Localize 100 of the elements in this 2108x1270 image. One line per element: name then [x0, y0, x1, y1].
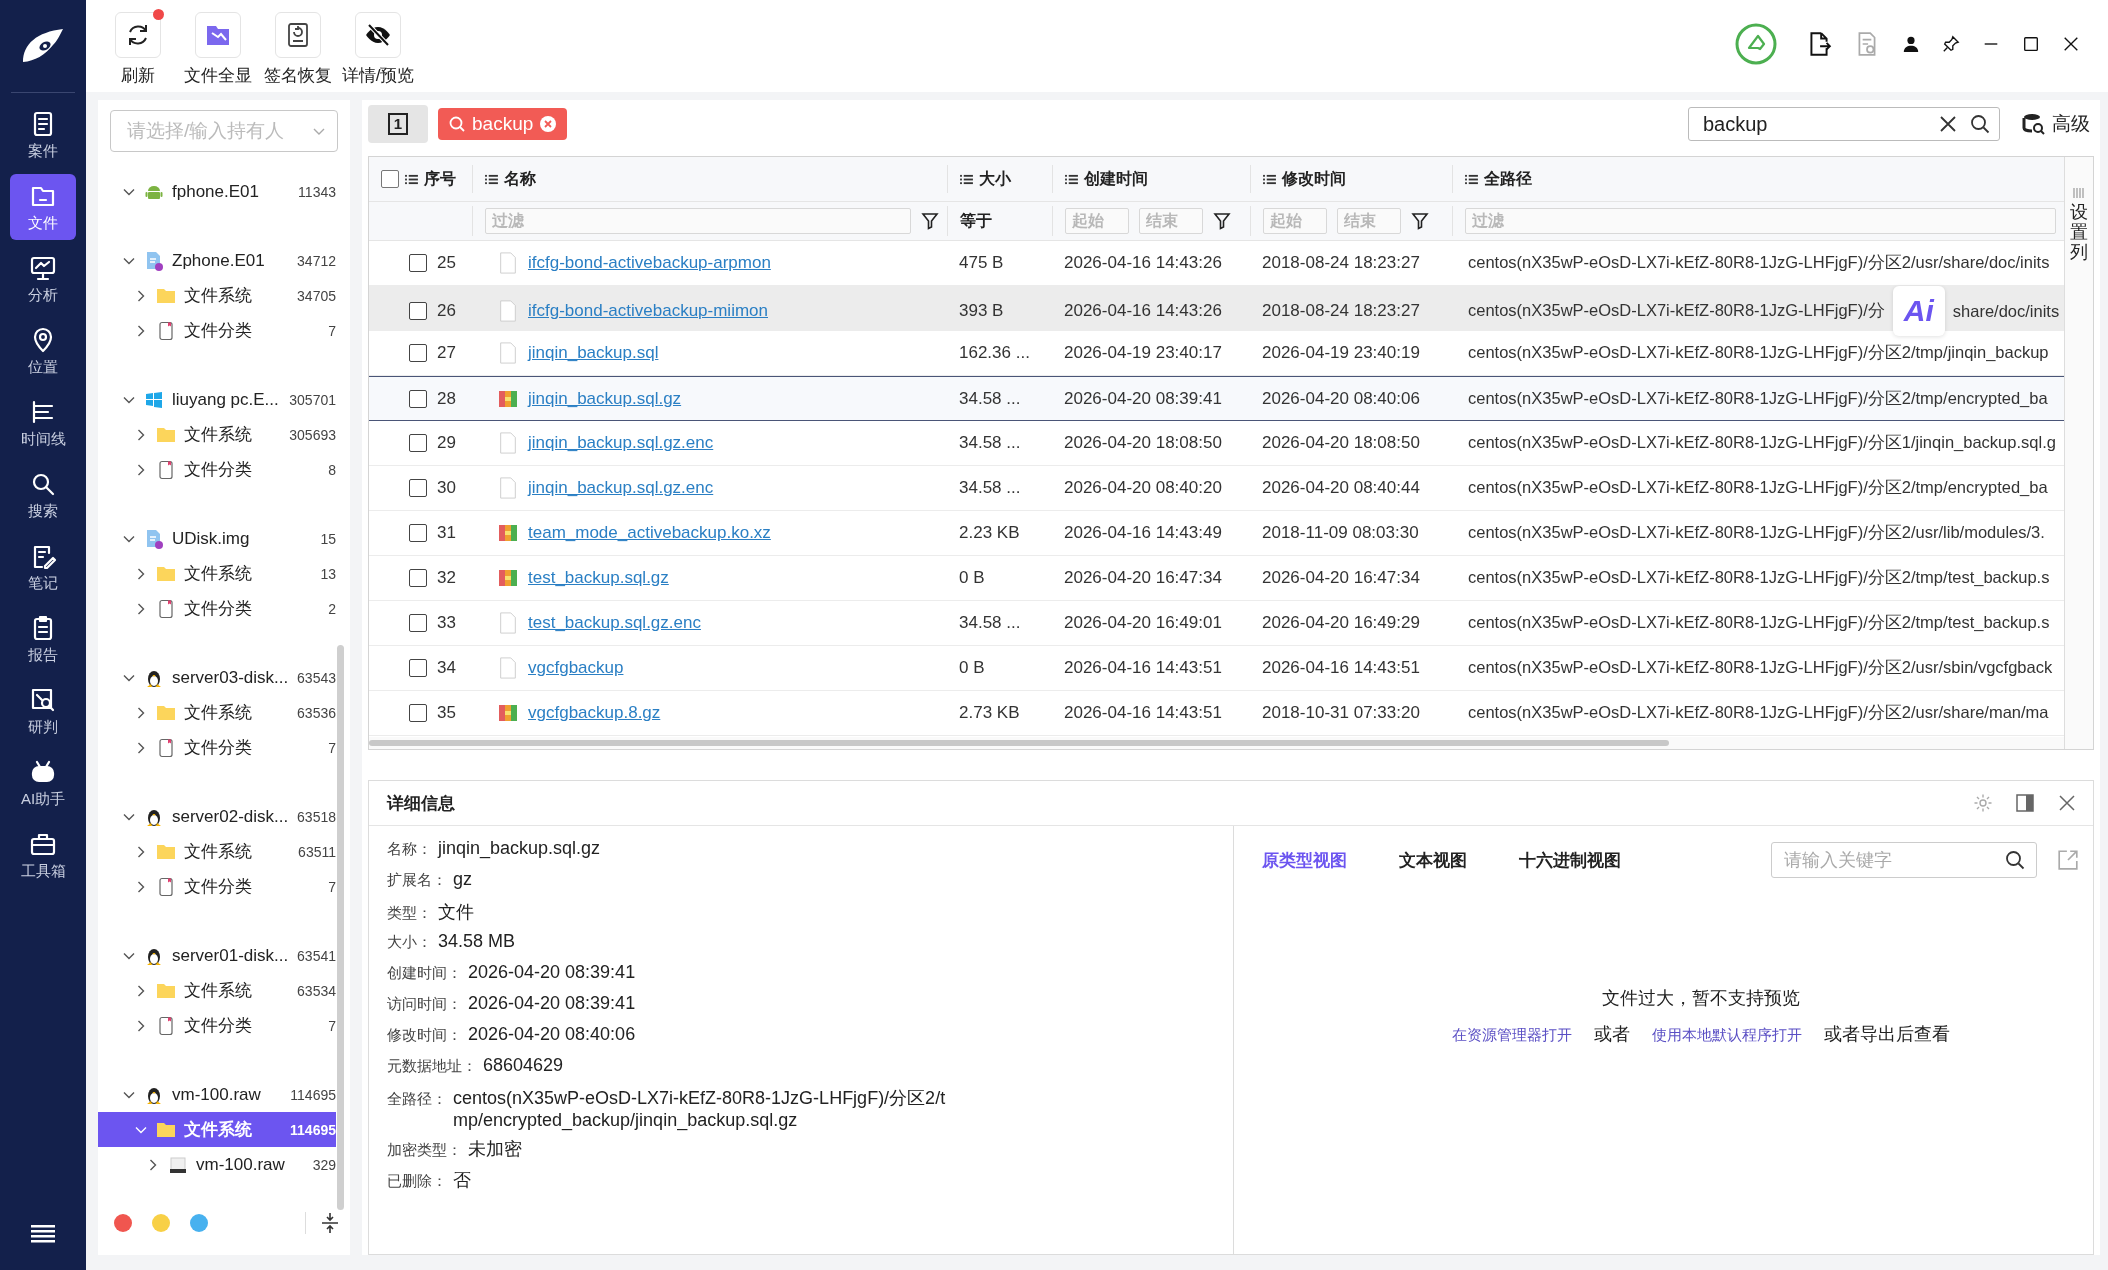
- user-icon[interactable]: [1902, 35, 1920, 53]
- scrollbar[interactable]: [369, 740, 1669, 746]
- menu-icon[interactable]: [31, 1224, 55, 1244]
- tree-item[interactable]: 文件分类 7: [98, 1008, 350, 1043]
- file-link[interactable]: jinqin_backup.sql: [528, 343, 659, 363]
- tree-item[interactable]: 文件分类 8: [98, 452, 350, 487]
- pin-icon[interactable]: [1942, 35, 1960, 53]
- table-row[interactable]: 29 jinqin_backup.sql.gz.enc 34.58 ... 2026-04-20 18:08:50 2026-04-20 18:08:50 centos(nX35wP-eOsD-LX7i-kEfZ-80R8-1JzG-LHFjgF)/分区1/jinqin_backup.sql.g: [369, 421, 2064, 466]
- tree-item[interactable]: 文件系统 34705: [98, 278, 350, 313]
- row-checkbox[interactable]: [409, 704, 427, 722]
- start-date-field[interactable]: 起始: [1263, 208, 1327, 234]
- nav-item[interactable]: 笔记: [10, 534, 76, 600]
- end-date-field[interactable]: 结束: [1139, 208, 1203, 234]
- table-row[interactable]: 30 jinqin_backup.sql.gz.enc 34.58 ... 2026-04-20 08:40:20 2026-04-20 08:40:44 centos(nX35wP-eOsD-LX7i-kEfZ-80R8-1JzG-LHFjgF)/分区2/tmp/encrypted_ba: [369, 466, 2064, 511]
- tree-item[interactable]: 文件系统 114695: [98, 1112, 336, 1147]
- tree-item[interactable]: 文件系统 13: [98, 556, 350, 591]
- open-link[interactable]: 使用本地默认程序打开: [1651, 1026, 1802, 1045]
- start-date-field[interactable]: 起始: [1065, 208, 1129, 234]
- nav-item[interactable]: 时间线: [10, 390, 76, 456]
- tree-item[interactable]: 文件分类 7: [98, 730, 350, 765]
- scrollbar[interactable]: [337, 645, 344, 1210]
- file-link[interactable]: jinqin_backup.sql.gz.enc: [528, 433, 714, 453]
- column-header[interactable]: 创建时间: [1084, 168, 1148, 190]
- filter-icon[interactable]: [921, 212, 939, 230]
- column-header[interactable]: 名称: [504, 168, 536, 190]
- end-date-field[interactable]: 结束: [1337, 208, 1401, 234]
- toolbar-button[interactable]: 详情/预览: [338, 12, 418, 87]
- table-row[interactable]: 31 team_mode_activebackup.ko.xz 2.23 KB 2026-04-16 14:43:49 2018-11-09 08:03:30 centos(nX35wP-eOsD-LX7i-kEfZ-80R8-1JzG-LHFjgF)/分区2/usr/lib/modules/3.: [369, 511, 2064, 556]
- owner-select[interactable]: 请选择/输入持有人: [110, 110, 338, 152]
- collapse-icon[interactable]: [305, 1212, 340, 1234]
- search-field[interactable]: backup: [1688, 107, 2000, 141]
- view-tab[interactable]: 十六进制视图: [1519, 848, 1621, 872]
- nav-item[interactable]: 搜索: [10, 462, 76, 528]
- table-row[interactable]: 35 vgcfgbackup.8.gz 2.73 KB 2026-04-16 14:43:51 2018-10-31 07:33:20 centos(nX35wP-eOsD-LX7i-kEfZ-80R8-1JzG-LHFjgF)/分区2/usr/share/man/ma: [369, 691, 2064, 736]
- column-header[interactable]: 大小: [979, 168, 1011, 190]
- filter-icon[interactable]: [1411, 212, 1429, 230]
- nav-item[interactable]: AI助手: [10, 750, 76, 816]
- file-link[interactable]: test_backup.sql.gz.enc: [528, 613, 701, 633]
- maximize-icon[interactable]: [2022, 35, 2040, 53]
- tree-item[interactable]: Zphone.E01 34712: [98, 243, 350, 278]
- tree-item[interactable]: fphone.E01 11343: [98, 174, 350, 209]
- nav-item[interactable]: 案件: [10, 102, 76, 168]
- filter-field[interactable]: 过滤: [1465, 208, 2056, 234]
- tree-item[interactable]: vm-100.raw 114695: [98, 1077, 350, 1112]
- search-icon[interactable]: [1970, 114, 1990, 134]
- row-checkbox[interactable]: [409, 479, 427, 497]
- nav-item[interactable]: 文件: [10, 174, 76, 240]
- tree-item[interactable]: 文件系统 305693: [98, 417, 350, 452]
- theme-dot[interactable]: [152, 1214, 170, 1232]
- column-header[interactable]: 全路径: [1484, 168, 1532, 190]
- tree-item[interactable]: 文件系统 63536: [98, 695, 350, 730]
- tree-item[interactable]: 文件系统 63534: [98, 973, 350, 1008]
- row-checkbox[interactable]: [409, 344, 427, 362]
- page-tab[interactable]: 1: [368, 105, 428, 143]
- filter-icon[interactable]: [1213, 212, 1231, 230]
- close-icon[interactable]: [2062, 35, 2080, 53]
- tree-item[interactable]: 文件系统 63511: [98, 834, 350, 869]
- nav-item[interactable]: 位置: [10, 318, 76, 384]
- row-checkbox[interactable]: [409, 569, 427, 587]
- table-row[interactable]: 28 jinqin_backup.sql.gz 34.58 ... 2026-04-20 08:39:41 2026-04-20 08:40:06 centos(nX35wP-eOsD-LX7i-kEfZ-80R8-1JzG-LHFjgF)/分区2/tmp/encrypted_ba: [369, 376, 2064, 421]
- tree-item[interactable]: 文件分类 7: [98, 313, 350, 348]
- row-checkbox[interactable]: [409, 389, 427, 408]
- column-header[interactable]: 修改时间: [1282, 168, 1346, 190]
- nav-item[interactable]: 报告: [10, 606, 76, 672]
- row-checkbox[interactable]: [409, 434, 427, 452]
- open-link[interactable]: 在资源管理器打开: [1451, 1026, 1572, 1045]
- split-view-icon[interactable]: [2015, 793, 2035, 813]
- view-tab[interactable]: 文本视图: [1399, 848, 1467, 872]
- clear-icon[interactable]: [1938, 114, 1958, 134]
- row-checkbox[interactable]: [409, 614, 427, 632]
- row-checkbox[interactable]: [409, 659, 427, 677]
- toolbar-button[interactable]: 文件全显: [178, 12, 258, 87]
- keyword-search-field[interactable]: 请输入关键字: [1771, 842, 2037, 878]
- tree-item[interactable]: server02-disk... 63518: [98, 799, 350, 834]
- theme-dot[interactable]: [190, 1214, 208, 1232]
- tree-item[interactable]: UDisk.img 15: [98, 521, 350, 556]
- file-link[interactable]: test_backup.sql.gz: [528, 568, 669, 588]
- row-checkbox[interactable]: [409, 254, 427, 272]
- select-all-checkbox[interactable]: [381, 170, 399, 188]
- theme-dot[interactable]: [114, 1214, 132, 1232]
- file-link[interactable]: ifcfg-bond-activebackup-miimon: [528, 301, 768, 321]
- tree-item[interactable]: vm-100.raw 329: [98, 1147, 350, 1182]
- tree-item[interactable]: liuyang pc.E... 305701: [98, 382, 350, 417]
- table-row[interactable]: 33 test_backup.sql.gz.enc 34.58 ... 2026-04-20 16:49:01 2026-04-20 16:49:29 centos(nX35wP-eOsD-LX7i-kEfZ-80R8-1JzG-LHFjgF)/分区2/tmp/test_backup.s: [369, 601, 2064, 646]
- nav-item[interactable]: 工具箱: [10, 822, 76, 888]
- tree-item[interactable]: server01-disk... 63541: [98, 938, 350, 973]
- row-checkbox[interactable]: [409, 302, 427, 320]
- size-filter-operator[interactable]: 等于: [960, 210, 992, 232]
- table-row[interactable]: 32 test_backup.sql.gz 0 B 2026-04-20 16:47:34 2026-04-20 16:47:34 centos(nX35wP-eOsD-LX7i-kEfZ-80R8-1JzG-LHFjgF)/分区2/tmp/test_backup.s: [369, 556, 2064, 601]
- table-row[interactable]: 34 vgcfgbackup 0 B 2026-04-16 14:43:51 2026-04-16 14:43:51 centos(nX35wP-eOsD-LX7i-kEfZ-80R8-1JzG-LHFjgF)/分区2/usr/sbin/vgcfgback: [369, 646, 2064, 691]
- file-link[interactable]: ifcfg-bond-activebackup-arpmon: [528, 253, 771, 273]
- advanced-search-button[interactable]: 高级: [2022, 111, 2090, 137]
- nav-item[interactable]: 研判: [10, 678, 76, 744]
- tree-item[interactable]: 文件分类 2: [98, 591, 350, 626]
- row-checkbox[interactable]: [409, 524, 427, 542]
- file-link[interactable]: vgcfgbackup: [528, 658, 624, 678]
- tree-item[interactable]: server03-disk... 63543: [98, 660, 350, 695]
- filter-field[interactable]: 过滤: [485, 208, 911, 234]
- nav-item[interactable]: 分析: [10, 246, 76, 312]
- view-tab[interactable]: 原类型视图: [1262, 848, 1347, 872]
